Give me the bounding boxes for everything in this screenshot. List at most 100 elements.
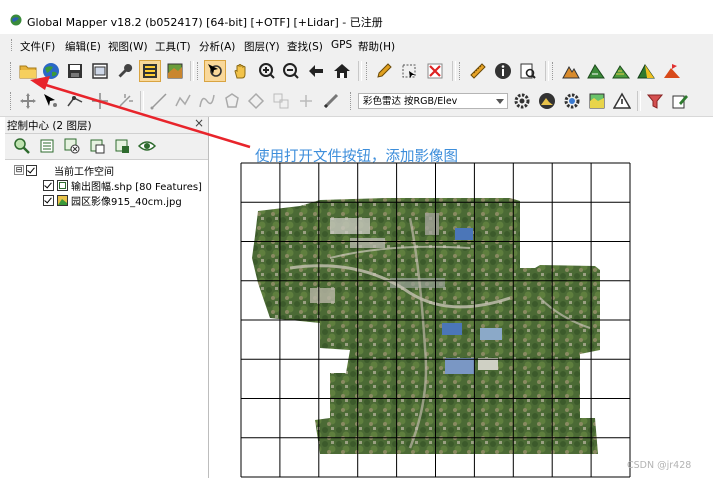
split-line-button[interactable] xyxy=(114,90,136,112)
watermark: CSDN @jr428 xyxy=(627,460,692,471)
close-icon[interactable]: × xyxy=(194,116,204,130)
collapse-icon[interactable]: ⊟ xyxy=(14,165,24,175)
draw-line-icon xyxy=(150,93,167,110)
star-cursor-icon xyxy=(119,94,133,107)
measure-button[interactable] xyxy=(467,60,489,82)
overlay-control-center-button[interactable] xyxy=(139,60,161,82)
red-x-icon xyxy=(427,63,443,79)
plus-point-icon xyxy=(300,95,312,107)
draw-point-button[interactable] xyxy=(295,90,317,112)
back-button[interactable] xyxy=(305,60,327,82)
mountain-gear-icon xyxy=(539,93,555,109)
feature-select-button[interactable] xyxy=(398,60,420,82)
draw-rectangle-button[interactable] xyxy=(245,90,267,112)
terrain-view-1-button[interactable] xyxy=(560,60,582,82)
configure-button[interactable] xyxy=(114,60,136,82)
path-profile-button[interactable] xyxy=(320,90,342,112)
terrain-view-3-button[interactable] xyxy=(610,60,632,82)
print-button[interactable] xyxy=(89,60,111,82)
draw-square-button[interactable] xyxy=(270,90,292,112)
terrain-view-2-button[interactable] xyxy=(585,60,607,82)
shaded-mountain-icon xyxy=(637,64,655,79)
select-vertex-button[interactable] xyxy=(40,90,62,112)
zoom-tool-button[interactable] xyxy=(204,60,226,82)
zoom-cursor-icon xyxy=(208,64,222,77)
edit-attributes-button[interactable] xyxy=(669,90,691,112)
digitizer-button[interactable] xyxy=(373,60,395,82)
menu-view[interactable]: 视图(W) xyxy=(108,39,148,54)
wrench-icon xyxy=(118,63,133,78)
menu-gps[interactable]: GPS xyxy=(331,39,352,51)
terrain-view-5-button[interactable] xyxy=(661,60,683,82)
move-arrows-icon xyxy=(20,93,36,109)
menu-file[interactable]: 文件(F) xyxy=(20,39,55,54)
draw-curve-button[interactable] xyxy=(196,90,218,112)
close-layer-icon[interactable] xyxy=(63,137,81,155)
filter-icon xyxy=(646,94,664,109)
diagonal-pen-icon xyxy=(323,93,339,109)
raster-layer-icon xyxy=(57,194,68,206)
map-view[interactable] xyxy=(210,118,713,478)
shader-settings-button[interactable] xyxy=(511,90,533,112)
digitizer-toolbar: 彩色雷达 按RGB/Elev xyxy=(0,86,713,117)
menu-edit[interactable]: 编辑(E) xyxy=(65,39,101,54)
open-file-button[interactable] xyxy=(17,60,39,82)
delete-feature-button[interactable] xyxy=(424,60,446,82)
window-title: Global Mapper v18.2 (b052417) [64-bit] [… xyxy=(27,16,383,29)
zoom-to-layer-icon[interactable] xyxy=(13,137,31,155)
vector-layer-icon xyxy=(57,179,68,191)
zoom-in-icon xyxy=(259,63,275,79)
water-level-button[interactable] xyxy=(586,90,608,112)
workspace-row[interactable]: ⊟ 当前工作空间 xyxy=(14,163,114,178)
green-mountain-icon xyxy=(587,64,605,79)
layer-row[interactable]: 园区影像915_40cm.jpg xyxy=(43,193,182,208)
contour-mountain-icon xyxy=(612,65,630,79)
control-center-title: 控制中心 (2 图层) xyxy=(7,120,92,132)
save-workspace-button[interactable] xyxy=(64,60,86,82)
layer-metadata-icon[interactable] xyxy=(113,137,131,155)
layer-row[interactable]: 输出图幅.shp [80 Features] xyxy=(43,178,202,193)
menu-search[interactable]: 查找(S) xyxy=(287,39,323,54)
layer-checkbox[interactable] xyxy=(43,179,54,191)
gear-icon xyxy=(514,93,530,109)
hill-shading-button[interactable] xyxy=(536,90,558,112)
workspace-checkbox[interactable] xyxy=(26,164,37,176)
layer-label: 园区影像915_40cm.jpg xyxy=(71,196,182,208)
zoom-out-icon xyxy=(283,63,299,79)
workspace-label: 当前工作空间 xyxy=(54,166,114,178)
pan-tool-button[interactable] xyxy=(230,60,252,82)
full-view-button[interactable] xyxy=(331,60,353,82)
polygon-icon xyxy=(225,93,239,108)
select-rect-icon xyxy=(402,64,416,78)
feature-info-button[interactable] xyxy=(492,60,514,82)
move-feature-button[interactable] xyxy=(17,90,39,112)
zoom-out-button[interactable] xyxy=(280,60,302,82)
zoom-in-button[interactable] xyxy=(256,60,278,82)
warning-button[interactable] xyxy=(611,90,633,112)
home-icon xyxy=(334,64,350,78)
menu-tools[interactable]: 工具(T) xyxy=(155,39,191,54)
draw-area-button[interactable] xyxy=(221,90,243,112)
ruler-icon xyxy=(470,63,486,79)
find-button[interactable] xyxy=(517,60,539,82)
triangle-alert-icon xyxy=(613,92,631,109)
contrast-settings-button[interactable] xyxy=(561,90,583,112)
eye-icon[interactable] xyxy=(138,137,156,155)
layer-checkbox[interactable] xyxy=(43,194,54,206)
menu-analysis[interactable]: 分析(A) xyxy=(199,39,235,54)
load-online-data-button[interactable] xyxy=(40,60,62,82)
snap-button[interactable] xyxy=(89,90,111,112)
layer-options-icon[interactable] xyxy=(88,137,106,155)
layer-label: 输出图幅.shp [80 Features] xyxy=(71,181,202,193)
map-layout-button[interactable] xyxy=(164,60,186,82)
add-vertex-button[interactable] xyxy=(64,90,86,112)
draw-line-button[interactable] xyxy=(148,90,170,112)
terrain-view-4-button[interactable] xyxy=(635,60,657,82)
draw-polyline-button[interactable] xyxy=(172,90,194,112)
gear-blue-icon xyxy=(564,93,580,109)
menu-help[interactable]: 帮助(H) xyxy=(358,39,395,54)
shader-select[interactable]: 彩色雷达 按RGB/Elev xyxy=(358,93,508,109)
filter-button[interactable] xyxy=(644,90,666,112)
menu-layer[interactable]: 图层(Y) xyxy=(244,39,280,54)
layer-list-icon[interactable] xyxy=(38,137,56,155)
